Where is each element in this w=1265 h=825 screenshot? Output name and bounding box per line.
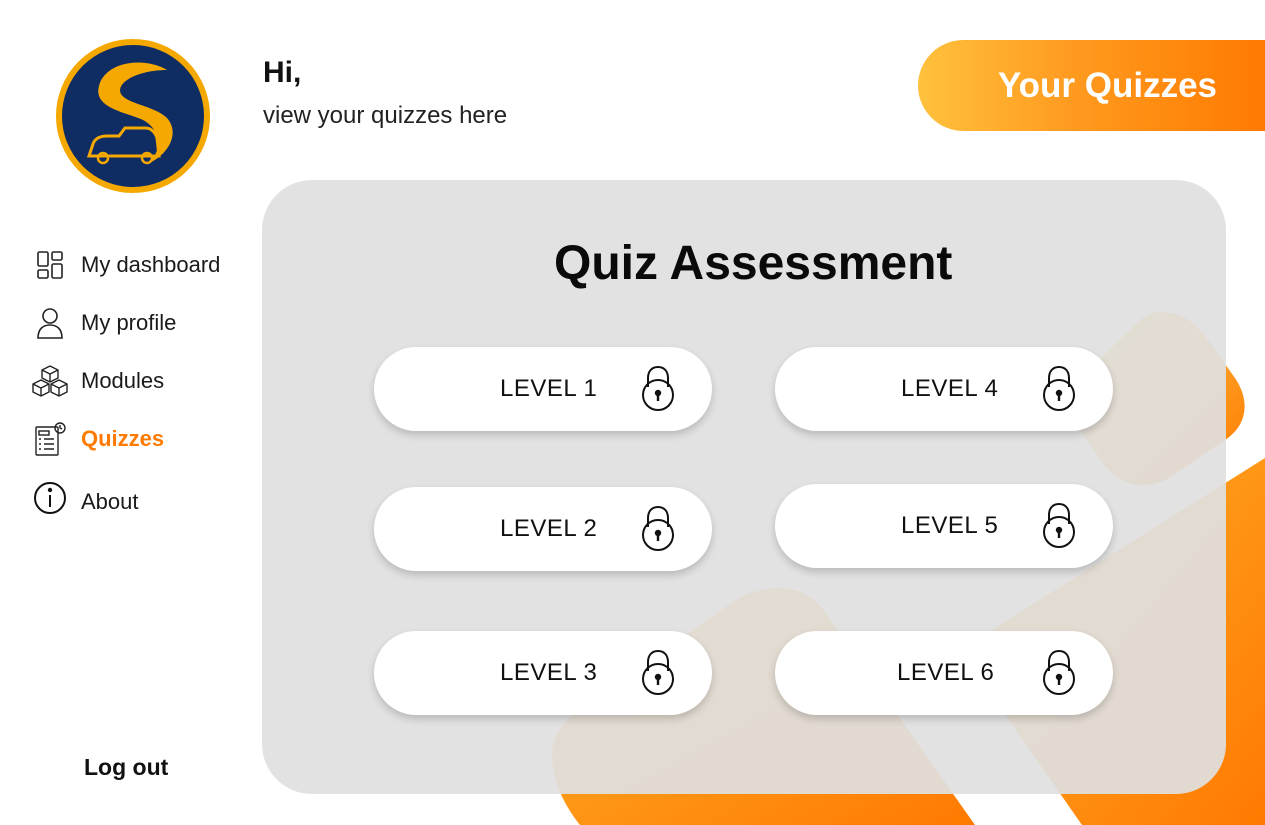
level-button-6[interactable]: LEVEL 6 <box>775 631 1113 715</box>
level-label: LEVEL 6 <box>897 659 995 686</box>
level-label: LEVEL 5 <box>901 512 999 539</box>
level-button-5[interactable]: LEVEL 5 <box>775 484 1113 568</box>
sidebar-item-profile[interactable]: My profile <box>32 305 176 341</box>
level-button-1[interactable]: LEVEL 1 <box>374 347 712 431</box>
sidebar-item-about[interactable]: About <box>32 480 139 516</box>
level-label: LEVEL 2 <box>500 515 598 542</box>
dashboard-icon <box>32 247 68 283</box>
greeting-title: Hi, <box>263 56 302 89</box>
cubes-icon <box>32 363 68 399</box>
sidebar-item-quizzes[interactable]: Quizzes <box>32 421 164 457</box>
lock-icon <box>1043 365 1075 411</box>
level-button-4[interactable]: LEVEL 4 <box>775 347 1113 431</box>
user-icon <box>32 305 68 341</box>
sidebar-item-label: Modules <box>81 368 165 393</box>
header-title: Your Quizzes <box>997 65 1217 105</box>
lock-icon <box>642 649 674 695</box>
sidebar-item-label: My profile <box>81 310 177 335</box>
sidebar-item-modules[interactable]: Modules <box>32 363 164 399</box>
logout-button[interactable]: Log out <box>84 754 168 781</box>
sidebar-item-label: Quizzes <box>81 426 165 451</box>
page-title: Quiz Assessment <box>554 237 953 290</box>
info-icon <box>32 480 68 516</box>
level-button-3[interactable]: LEVEL 3 <box>374 631 712 715</box>
header-banner: Your Quizzes <box>918 40 1265 131</box>
lock-icon <box>1043 502 1075 548</box>
lock-icon <box>642 505 674 551</box>
level-label: LEVEL 4 <box>901 375 999 402</box>
lock-icon <box>642 365 674 411</box>
level-button-2[interactable]: LEVEL 2 <box>374 487 712 571</box>
sidebar-item-dashboard[interactable]: My dashboard <box>32 247 220 283</box>
greeting-subtitle: view your quizzes here <box>263 102 508 129</box>
lock-icon <box>1043 649 1075 695</box>
sidebar-item-label: About <box>81 489 139 514</box>
level-label: LEVEL 3 <box>500 659 598 686</box>
quiz-icon <box>32 421 68 457</box>
logo <box>56 39 210 193</box>
sidebar-item-label: My dashboard <box>81 252 221 277</box>
level-label: LEVEL 1 <box>500 375 598 402</box>
